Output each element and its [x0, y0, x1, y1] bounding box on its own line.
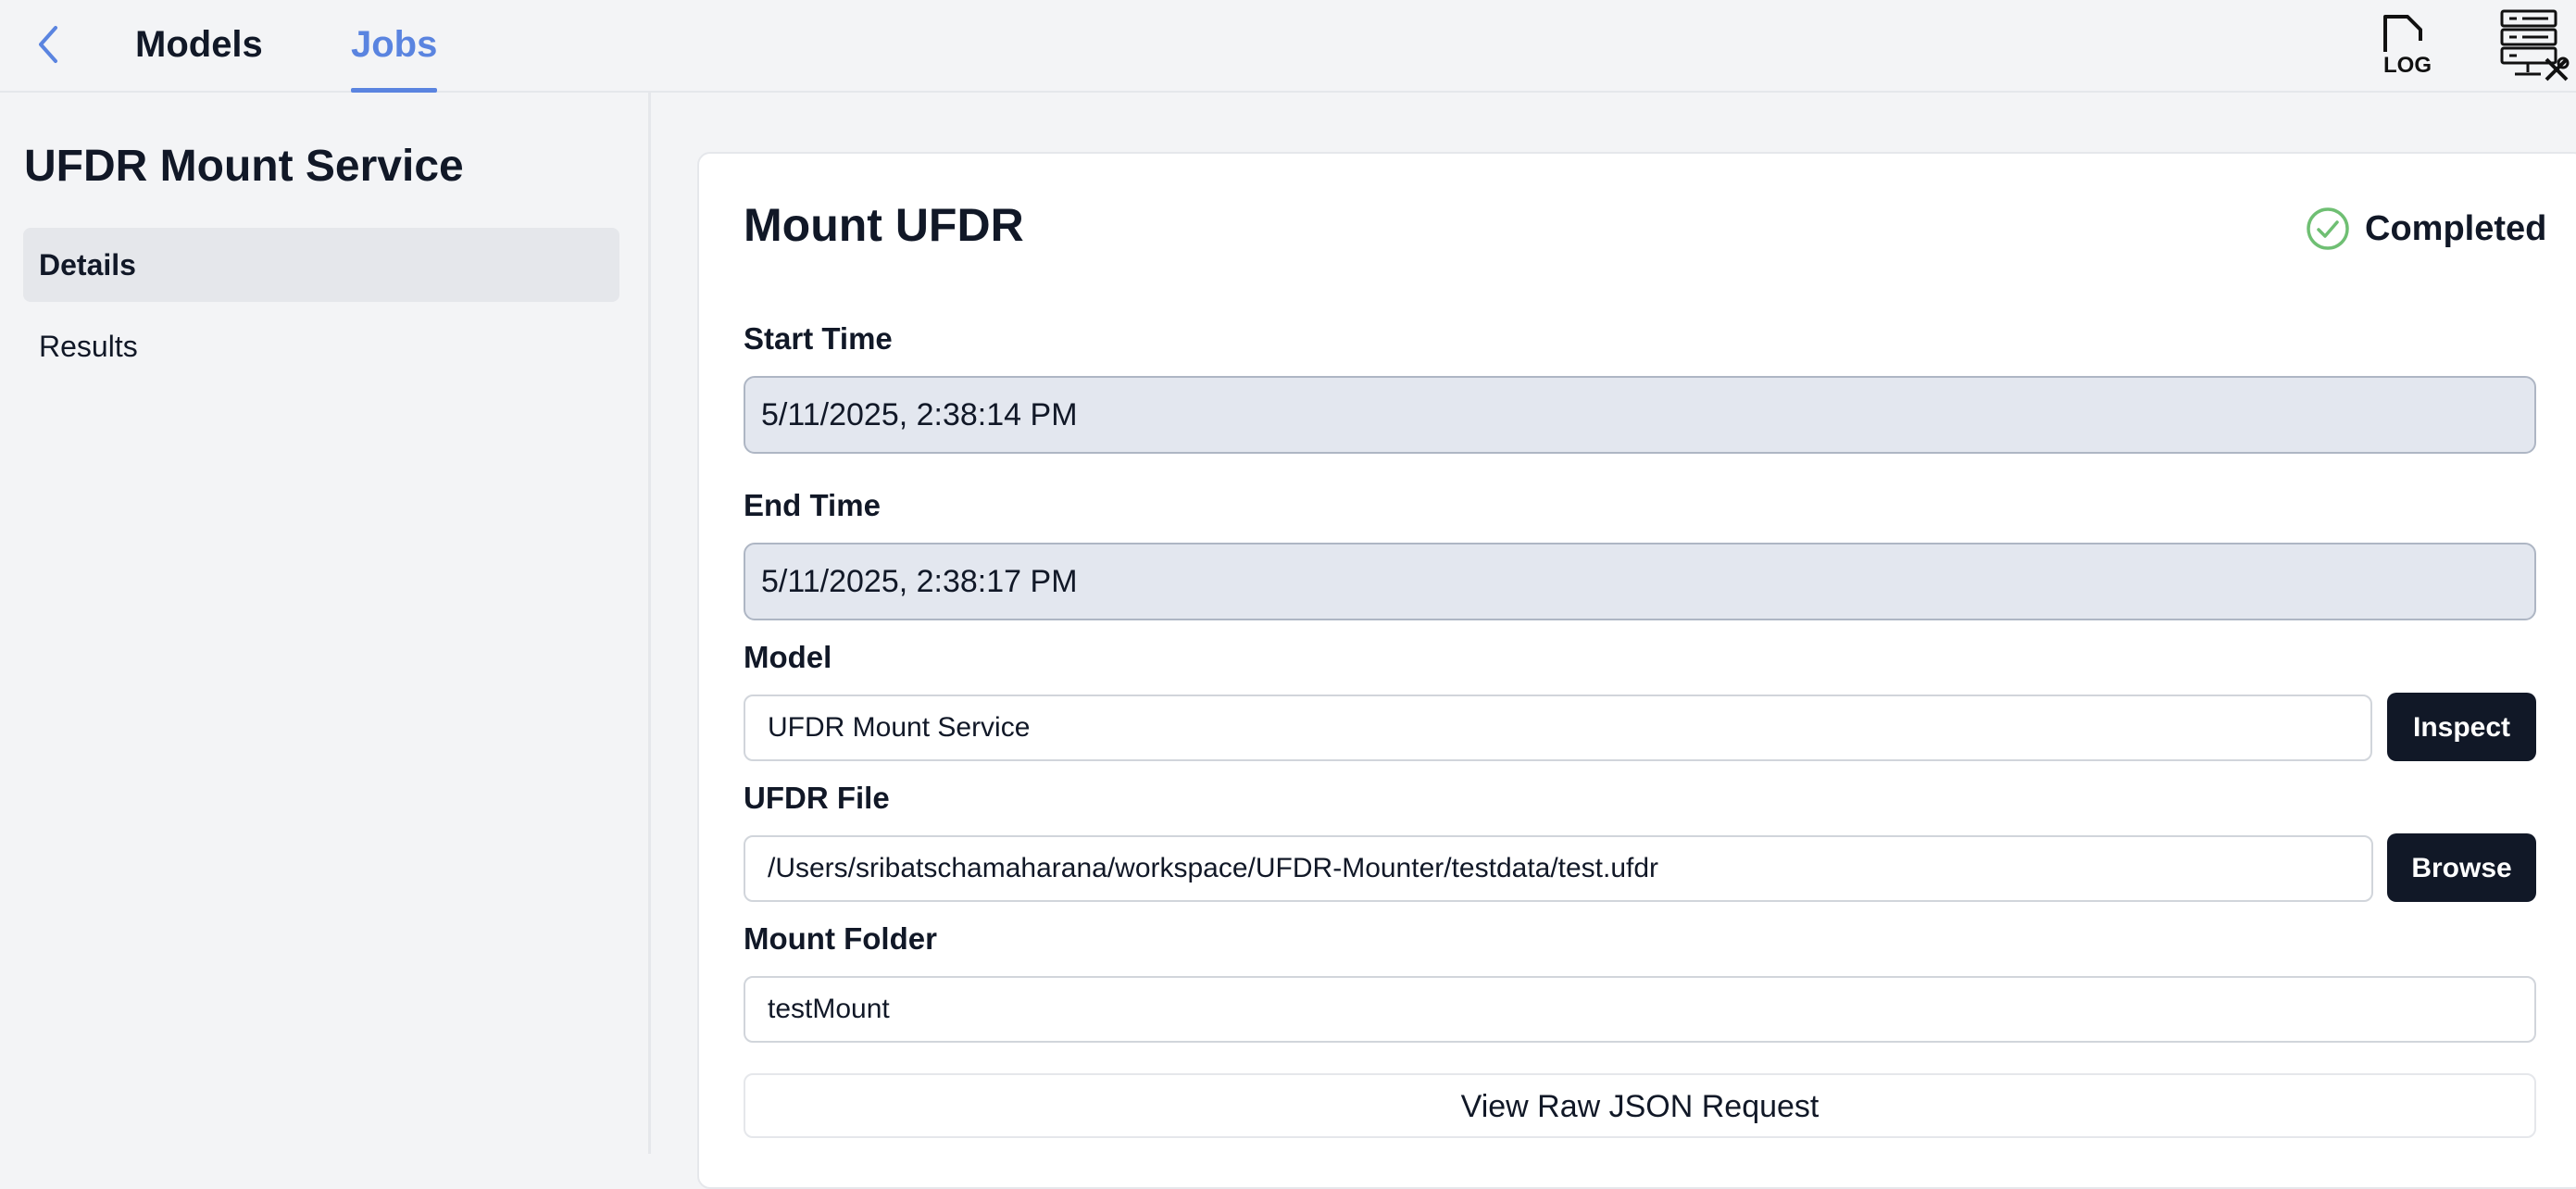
check-circle-icon — [2307, 207, 2349, 250]
status-text: Completed — [2365, 208, 2547, 248]
back-chevron-icon[interactable] — [26, 20, 70, 69]
end-time-field: 5/11/2025, 2:38:17 PM — [744, 543, 2536, 620]
job-title: Mount UFDR — [744, 199, 1024, 251]
browse-button[interactable]: Browse — [2387, 833, 2536, 902]
server-tools-icon[interactable] — [2496, 7, 2570, 81]
model-field[interactable]: UFDR Mount Service — [744, 695, 2372, 761]
view-raw-json-button[interactable]: View Raw JSON Request — [744, 1073, 2536, 1138]
mount-folder-label: Mount Folder — [744, 921, 937, 956]
end-time-label: End Time — [744, 488, 881, 522]
log-file-icon[interactable]: LOG — [2376, 11, 2443, 78]
sidebar-item-details[interactable]: Details — [23, 228, 619, 302]
model-label: Model — [744, 640, 832, 674]
ufdr-file-label: UFDR File — [744, 781, 890, 815]
tab-models[interactable]: Models — [135, 19, 263, 93]
log-icon-text: LOG — [2383, 53, 2432, 76]
status-badge: Completed — [2306, 204, 2546, 254]
start-time-label: Start Time — [744, 321, 893, 356]
inspect-button[interactable]: Inspect — [2387, 693, 2536, 761]
start-time-field: 5/11/2025, 2:38:14 PM — [744, 376, 2536, 454]
mount-folder-field[interactable]: testMount — [744, 976, 2536, 1043]
sidebar-title: UFDR Mount Service — [24, 142, 464, 191]
ufdr-file-field[interactable]: /Users/sribatschamaharana/workspace/UFDR… — [744, 835, 2373, 902]
tab-jobs[interactable]: Jobs — [351, 19, 438, 93]
top-navigation-bar: Models Jobs LOG — [0, 0, 2576, 93]
sidebar-item-results[interactable]: Results — [23, 309, 619, 383]
sidebar: UFDR Mount Service Details Results — [0, 93, 651, 1154]
